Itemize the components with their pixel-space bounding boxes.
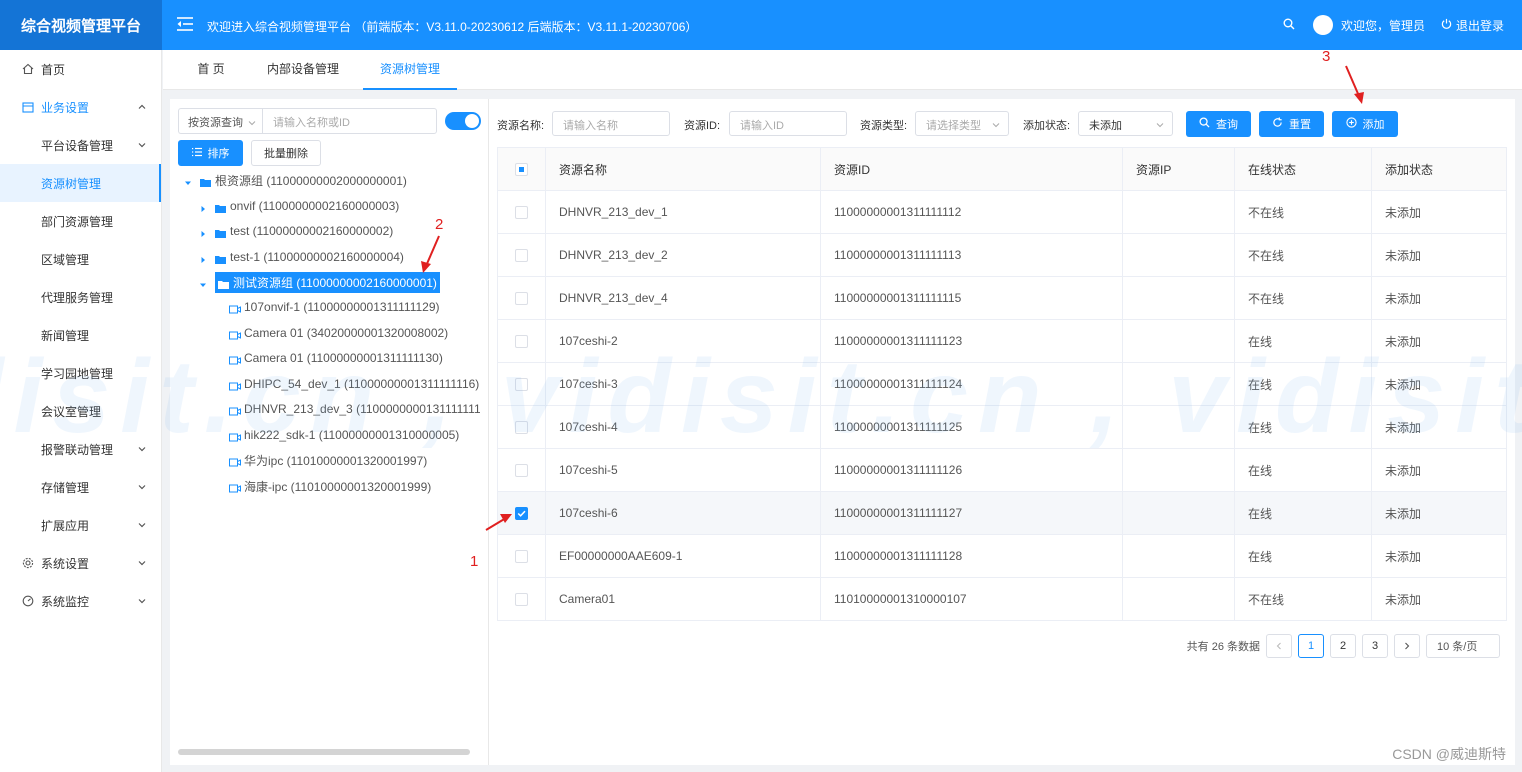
csdn-watermark: CSDN @威迪斯特 — [1392, 746, 1506, 762]
annotation-step-1: 1 — [470, 553, 479, 570]
annotation-step-2: 2 — [435, 216, 444, 233]
annotation-step-3: 3 — [1322, 48, 1331, 65]
annotation-arrows — [421, 65, 1364, 531]
